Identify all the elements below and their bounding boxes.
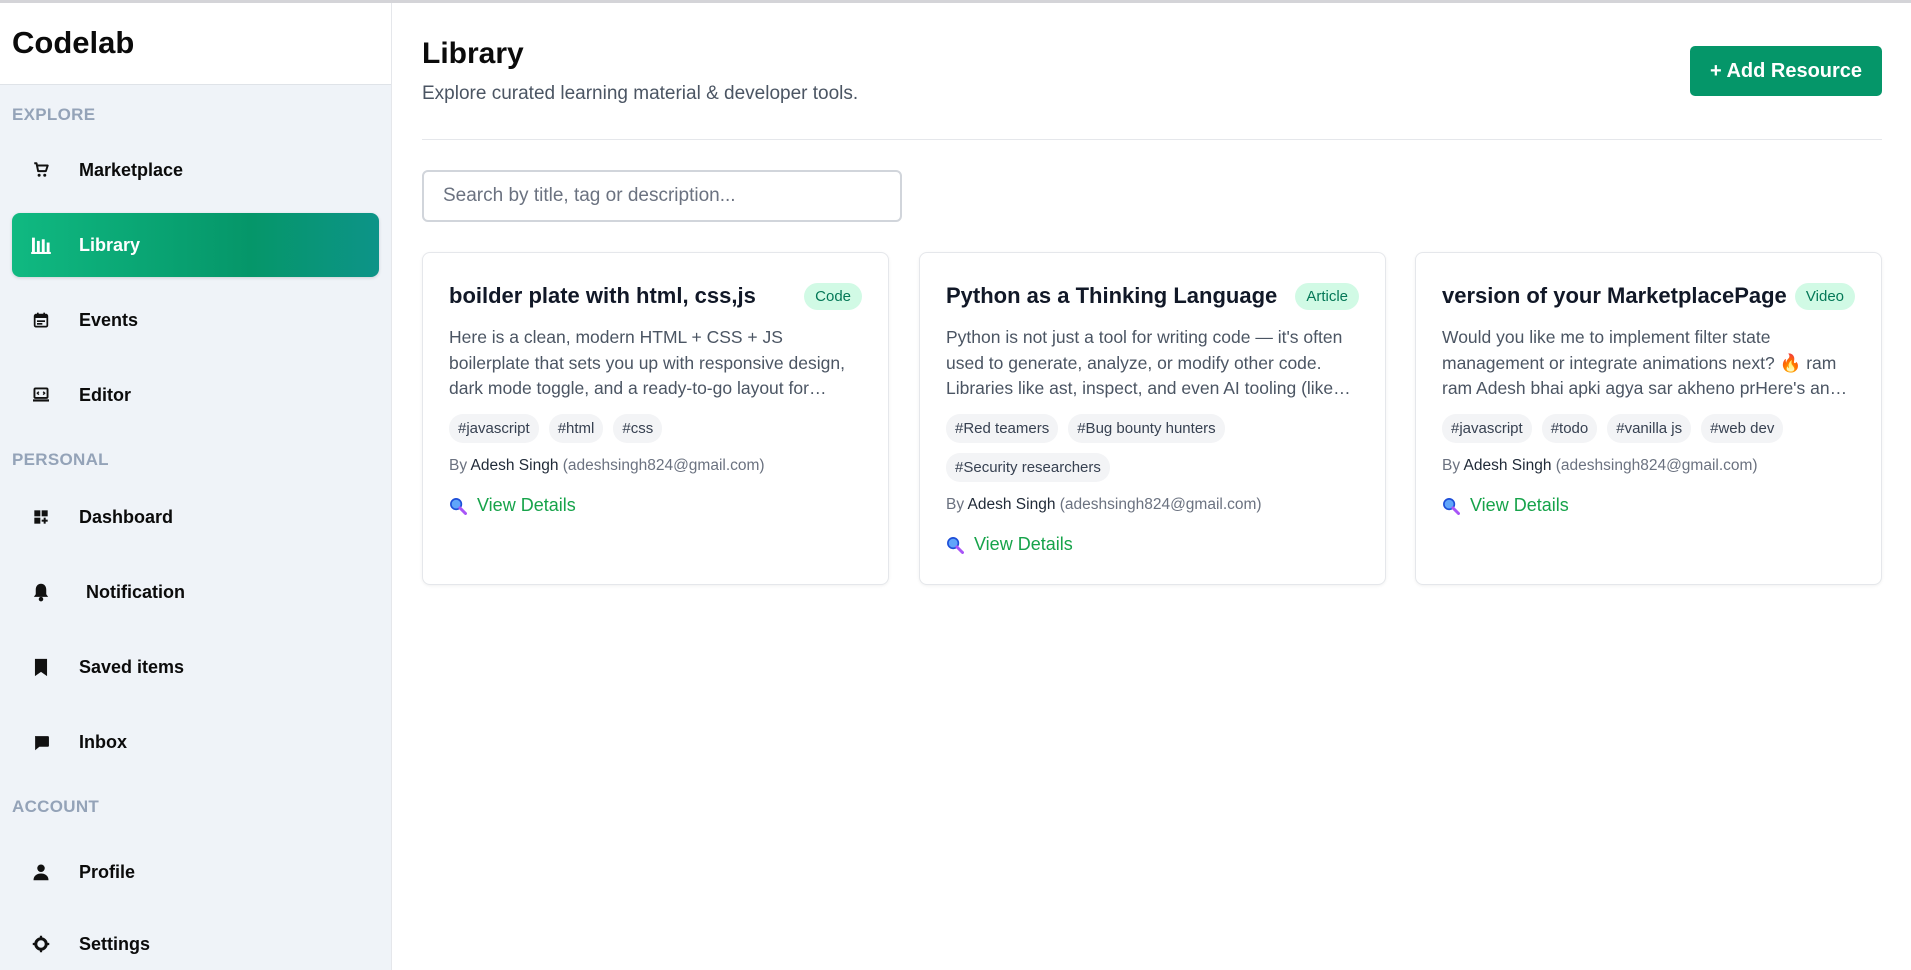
header-divider <box>422 139 1882 140</box>
sidebar-item-label: Dashboard <box>79 506 174 527</box>
card-title: Python as a Thinking Language <box>946 283 1278 308</box>
sidebar-item-label: Marketplace <box>79 159 184 180</box>
tag-list: #javascript #html #css <box>449 414 862 443</box>
brand-logo[interactable]: Codelab <box>0 3 391 85</box>
sidebar-item-profile[interactable]: Profile <box>12 840 379 904</box>
sidebar-item-settings[interactable]: Settings <box>12 912 379 970</box>
author-name: Adesh Singh <box>1463 457 1552 474</box>
type-badge: Video <box>1794 282 1855 310</box>
view-details-label: View Details <box>477 495 576 515</box>
user-icon <box>31 862 51 882</box>
sidebar-item-label: Notification <box>86 581 185 602</box>
sidebar: Codelab EXPLORE Marketplace Library Even… <box>0 3 392 970</box>
sidebar-item-label: Profile <box>79 861 136 882</box>
sidebar-item-label: Library <box>79 234 141 255</box>
sidebar-item-label: Editor <box>79 384 131 405</box>
resource-card: boilder plate with html, css,js Code Her… <box>422 252 889 585</box>
tag-chip[interactable]: #Red teamers <box>946 414 1059 443</box>
section-title-explore: EXPLORE <box>12 105 96 124</box>
section-title-personal: PERSONAL <box>12 450 109 469</box>
dashboard-icon <box>31 507 51 527</box>
author-email: (adeshsingh824@gmail.com) <box>562 457 765 474</box>
view-details-label: View Details <box>974 534 1073 554</box>
tag-chip[interactable]: #html <box>548 414 604 443</box>
tag-chip[interactable]: #vanilla js <box>1607 414 1692 443</box>
sidebar-item-library[interactable]: Library <box>12 213 379 277</box>
card-title: version of your MarketplacePage <box>1442 283 1787 308</box>
card-author: By Adesh Singh (adeshsingh824@gmail.com) <box>449 457 862 475</box>
sidebar-item-notification[interactable]: Notification <box>12 560 379 624</box>
editor-icon <box>31 385 51 405</box>
view-details-link[interactable]: View Details <box>946 534 1359 555</box>
card-description: Here is a clean, modern HTML + CSS + JS … <box>449 327 845 398</box>
tag-chip[interactable]: #Bug bounty hunters <box>1068 414 1225 443</box>
page-subtitle: Explore curated learning material & deve… <box>422 83 859 104</box>
section-title-account: ACCOUNT <box>12 797 100 816</box>
search-input[interactable] <box>422 170 902 222</box>
tag-list: #Red teamers #Bug bounty hunters #Securi… <box>946 414 1359 482</box>
tag-list: #javascript #todo #vanilla js #web dev <box>1442 414 1855 443</box>
card-title: boilder plate with html, css,js <box>449 283 756 308</box>
resource-card: Python as a Thinking Language Article Py… <box>919 252 1386 585</box>
tag-chip[interactable]: #todo <box>1541 414 1598 443</box>
sidebar-item-saved-items[interactable]: Saved items <box>12 635 379 699</box>
sidebar-item-events[interactable]: Events <box>12 288 379 352</box>
magnifier-icon <box>1442 497 1460 515</box>
sidebar-item-label: Saved items <box>79 656 185 677</box>
tag-chip[interactable]: #css <box>613 414 663 443</box>
tag-chip[interactable]: #javascript <box>449 414 539 443</box>
card-description: Would you like me to implement filter st… <box>1442 327 1848 398</box>
tag-chip[interactable]: #Security researchers <box>946 453 1110 482</box>
sidebar-item-marketplace[interactable]: Marketplace <box>12 138 379 202</box>
author-name: Adesh Singh <box>470 457 559 474</box>
sidebar-item-editor[interactable]: Editor <box>12 363 379 427</box>
view-details-link[interactable]: View Details <box>449 495 862 516</box>
card-description: Python is not just a tool for writing co… <box>946 327 1351 398</box>
author-prefix: By <box>449 457 468 474</box>
tag-chip[interactable]: #web dev <box>1701 414 1784 443</box>
author-prefix: By <box>946 496 965 513</box>
library-icon <box>31 235 51 255</box>
cart-icon <box>31 160 51 180</box>
gear-icon <box>31 934 51 954</box>
author-email: (adeshsingh824@gmail.com) <box>1059 496 1262 513</box>
add-resource-button[interactable]: + Add Resource <box>1690 46 1882 96</box>
sidebar-item-label: Events <box>79 309 139 330</box>
sidebar-item-dashboard[interactable]: Dashboard <box>12 485 379 549</box>
sidebar-item-inbox[interactable]: Inbox <box>12 710 379 774</box>
sidebar-item-label: Inbox <box>79 731 127 752</box>
card-author: By Adesh Singh (adeshsingh824@gmail.com) <box>1442 457 1855 475</box>
card-author: By Adesh Singh (adeshsingh824@gmail.com) <box>946 496 1359 514</box>
type-badge: Article <box>1295 282 1359 310</box>
view-details-label: View Details <box>1470 495 1569 515</box>
author-email: (adeshsingh824@gmail.com) <box>1555 457 1758 474</box>
view-details-link[interactable]: View Details <box>1442 495 1855 516</box>
bookmark-icon <box>31 657 51 677</box>
author-name: Adesh Singh <box>967 496 1056 513</box>
magnifier-icon <box>946 536 964 554</box>
page-title: Library <box>422 37 524 70</box>
chat-icon <box>31 732 51 752</box>
author-prefix: By <box>1442 457 1461 474</box>
type-badge: Code <box>804 282 862 310</box>
sidebar-item-label: Settings <box>79 933 151 954</box>
tag-chip[interactable]: #javascript <box>1442 414 1532 443</box>
calendar-icon <box>31 310 51 330</box>
bell-icon <box>31 582 51 602</box>
resource-card: version of your MarketplacePage Video Wo… <box>1415 252 1882 585</box>
magnifier-icon <box>449 497 467 515</box>
